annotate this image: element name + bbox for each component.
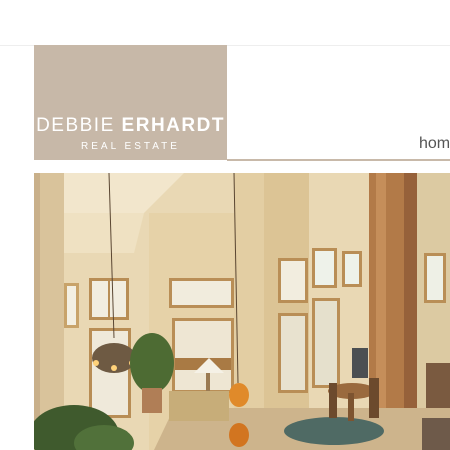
- logo-first-name: DEBBIE: [36, 115, 115, 136]
- logo-name: DEBBIE ERHARDT: [34, 115, 227, 137]
- top-bar: [0, 0, 450, 45]
- site-logo[interactable]: DEBBIE ERHARDT REAL ESTATE: [34, 45, 227, 160]
- hero-interior-photo: [34, 173, 450, 450]
- logo-last-name: ERHARDT: [121, 115, 225, 136]
- hero-image: [34, 173, 450, 450]
- nav-home-link[interactable]: home: [419, 135, 450, 153]
- header-divider: [227, 159, 450, 161]
- logo-tagline: REAL ESTATE: [81, 141, 180, 152]
